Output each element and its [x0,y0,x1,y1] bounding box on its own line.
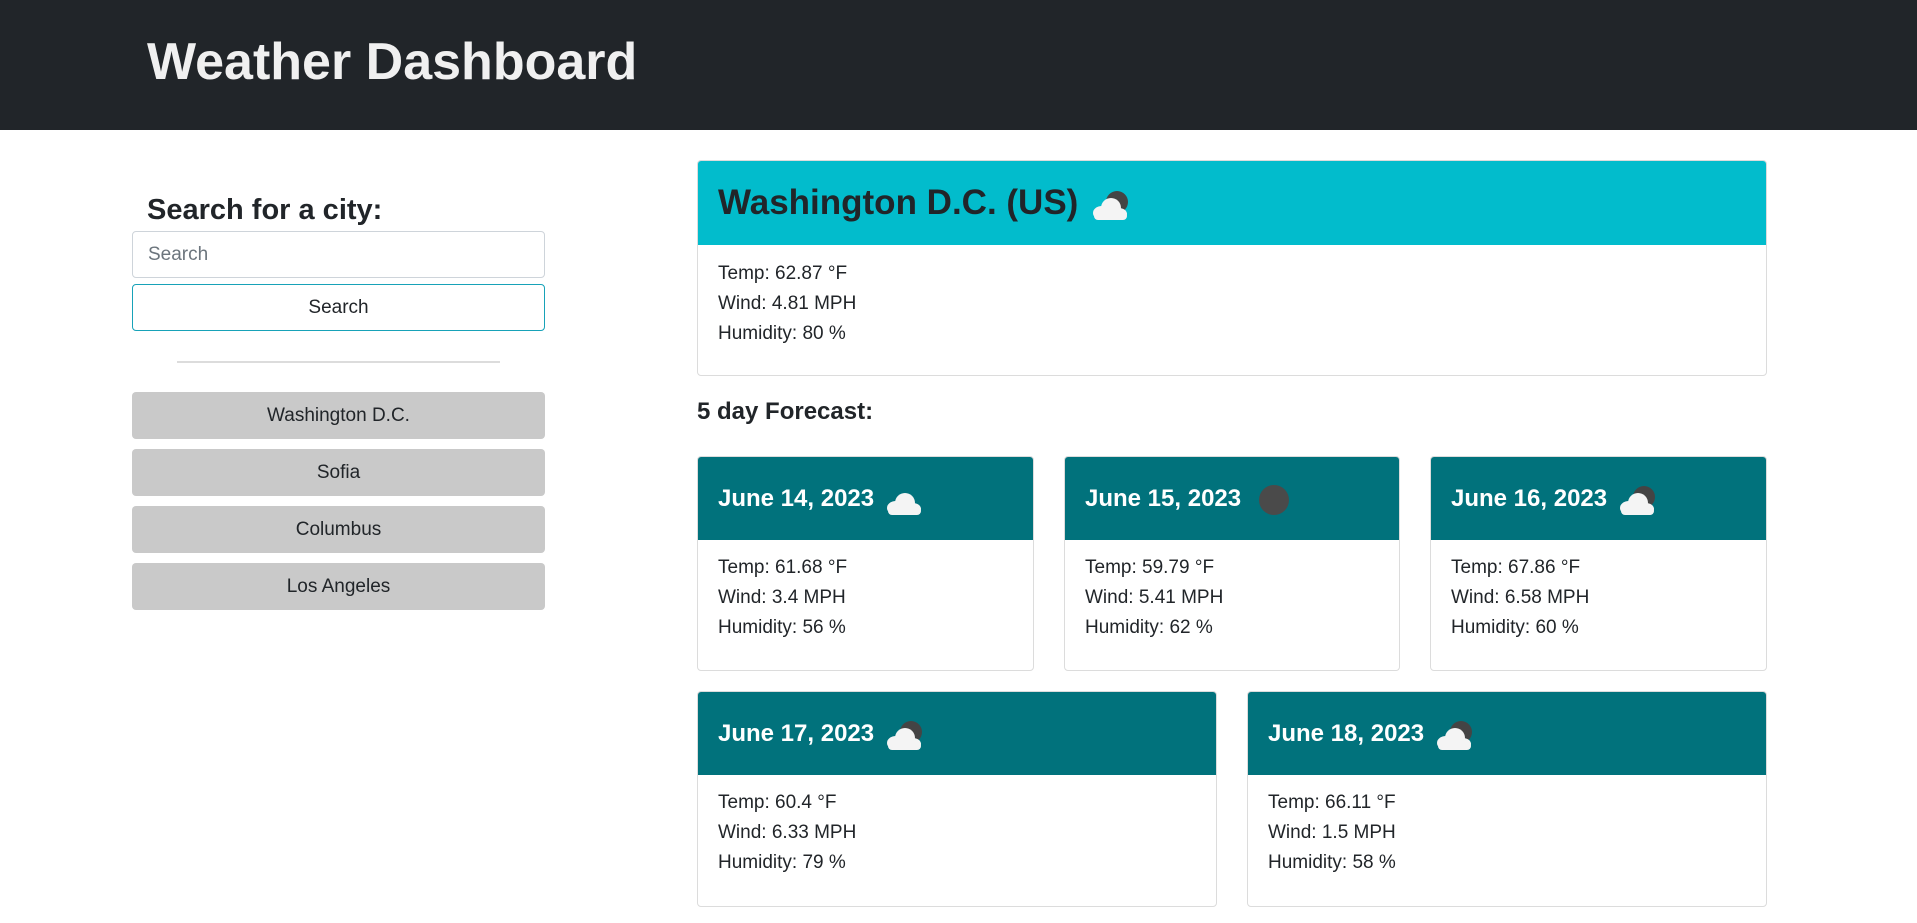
forecast-card-header: June 14, 2023 [698,457,1033,540]
partly-cloudy-night-icon [1617,483,1659,522]
history-button-los-angeles[interactable]: Los Angeles [132,563,545,610]
forecast-humidity: Humidity: 79 % [718,852,846,873]
forecast-wind: Wind: 6.33 MPH [718,822,857,843]
search-heading: Search for a city: [147,194,383,226]
forecast-card-body: Temp: 59.79 °F Wind: 5.41 MPH Humidity: … [1065,540,1399,643]
forecast-temp: Temp: 66.11 °F [1268,792,1396,813]
moon-icon [1257,483,1291,522]
forecast-card-body: Temp: 60.4 °F Wind: 6.33 MPH Humidity: 7… [698,775,1216,878]
forecast-date: June 16, 2023 [1451,484,1608,512]
forecast-card: June 18, 2023 Temp: 66.11 °F Wind: 1.5 M… [1247,691,1767,907]
search-button[interactable]: Search [132,284,545,331]
forecast-card-body: Temp: 66.11 °F Wind: 1.5 MPH Humidity: 5… [1248,775,1766,878]
forecast-card-header: June 18, 2023 [1248,692,1766,775]
page-title: Weather Dashboard [147,33,638,91]
forecast-card: June 15, 2023 Temp: 59.79 °F Wind: 5.41 … [1064,456,1400,671]
history-button-columbus[interactable]: Columbus [132,506,545,553]
forecast-card-header: June 15, 2023 [1065,457,1399,540]
forecast-card-header: June 16, 2023 [1431,457,1766,540]
partly-cloudy-night-icon [884,718,926,757]
forecast-humidity: Humidity: 60 % [1451,617,1579,638]
partly-cloudy-night-icon [1434,718,1476,757]
history-button-washington[interactable]: Washington D.C. [132,392,545,439]
forecast-card-header: June 17, 2023 [698,692,1216,775]
forecast-temp: Temp: 60.4 °F [718,792,837,813]
forecast-heading: 5 day Forecast: [697,398,874,425]
current-weather-header: Washington D.C. (US) [698,161,1766,245]
divider [177,361,500,363]
forecast-wind: Wind: 3.4 MPH [718,587,846,608]
forecast-humidity: Humidity: 56 % [718,617,846,638]
forecast-card-body: Temp: 67.86 °F Wind: 6.58 MPH Humidity: … [1431,540,1766,643]
forecast-date: June 18, 2023 [1268,719,1425,747]
forecast-wind: Wind: 1.5 MPH [1268,822,1396,843]
forecast-temp: Temp: 67.86 °F [1451,557,1581,578]
current-city-title: Washington D.C. (US) [718,183,1079,222]
sidebar: Search for a city: Search Washington D.C… [132,190,545,620]
cloud-icon [884,483,926,522]
forecast-date: June 14, 2023 [718,484,875,512]
partly-cloudy-night-icon [1090,188,1132,227]
forecast-wind: Wind: 6.58 MPH [1451,587,1590,608]
current-weather-body: Temp: 62.87 °F Wind: 4.81 MPH Humidity: … [698,245,1766,349]
current-weather-card: Washington D.C. (US) Temp: 62.87 °F Wind… [697,160,1767,376]
navbar: Weather Dashboard [0,0,1917,130]
forecast-wind: Wind: 5.41 MPH [1085,587,1224,608]
forecast-card: June 17, 2023 Temp: 60.4 °F Wind: 6.33 M… [697,691,1217,907]
forecast-date: June 17, 2023 [718,719,875,747]
current-humidity: Humidity: 80 % [718,323,846,344]
history-button-sofia[interactable]: Sofia [132,449,545,496]
forecast-date: June 15, 2023 [1085,484,1242,512]
forecast-temp: Temp: 59.79 °F [1085,557,1215,578]
forecast-card: June 14, 2023 Temp: 61.68 °F Wind: 3.4 M… [697,456,1034,671]
current-wind: Wind: 4.81 MPH [718,293,857,314]
current-temp: Temp: 62.87 °F [718,263,848,284]
forecast-card: June 16, 2023 Temp: 67.86 °F Wind: 6.58 … [1430,456,1767,671]
forecast-humidity: Humidity: 58 % [1268,852,1396,873]
search-input[interactable] [132,231,545,278]
search-history: Washington D.C. Sofia Columbus Los Angel… [132,392,545,610]
forecast-temp: Temp: 61.68 °F [718,557,848,578]
forecast-card-body: Temp: 61.68 °F Wind: 3.4 MPH Humidity: 5… [698,540,1033,643]
forecast-humidity: Humidity: 62 % [1085,617,1213,638]
